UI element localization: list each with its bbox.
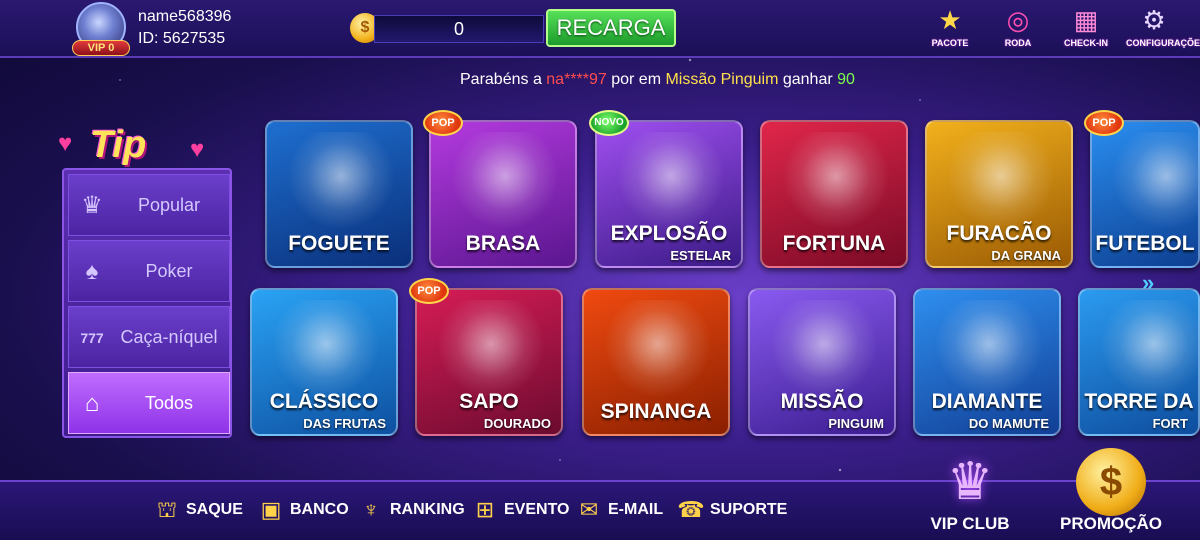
game-artwork (770, 300, 878, 398)
game-title: FOGUETE (288, 232, 390, 255)
heart-icon: ♥ (190, 136, 205, 163)
gift-icon: ⊞ (475, 497, 495, 522)
safe-icon: ▣ (260, 497, 282, 522)
envelope-icon: ✉ (579, 497, 599, 522)
category-slots[interactable]: 777 Caça-níquel (68, 306, 230, 368)
bank-icon: ⛫ (156, 497, 178, 522)
game-subtitle: DO MAMUTE (968, 416, 1049, 431)
game-tile[interactable]: FURACÃO DA GRANA (925, 120, 1073, 268)
tip-logo: ♥ Tip ♥ (58, 124, 205, 166)
game-subtitle: DA GRANA (991, 248, 1061, 263)
vip-level-badge: VIP 0 (72, 40, 130, 56)
bank-button[interactable]: ▣ BANCO (256, 492, 349, 528)
email-button[interactable]: ✉ E-MAIL (574, 492, 663, 528)
game-artwork (1100, 300, 1198, 398)
game-tile[interactable]: TORRE DA FORT (1078, 288, 1200, 436)
recharge-button[interactable]: RECARGA (546, 9, 676, 47)
cards-icon: ♠ (85, 258, 99, 285)
game-tile[interactable]: BRASA (429, 120, 577, 268)
game-artwork (287, 132, 395, 230)
game-tile[interactable]: MISSÃO PINGUIM (748, 288, 896, 436)
game-tile[interactable]: CLÁSSICO DAS FRUTAS (250, 288, 398, 436)
game-subtitle: ESTELAR (670, 248, 731, 263)
game-artwork (604, 300, 712, 398)
game-tile[interactable]: FOGUETE (265, 120, 413, 268)
game-subtitle: PINGUIM (828, 416, 884, 431)
scroll-right-arrow-icon[interactable]: » (1142, 270, 1154, 296)
game-title: BRASA (465, 232, 541, 255)
wheel-button[interactable]: ◎ RODA (990, 4, 1046, 56)
category-popular[interactable]: ♛ Popular (68, 174, 230, 236)
game-title: SPINANGA (600, 400, 712, 423)
category-all[interactable]: ⌂ Todos (68, 372, 230, 434)
game-tile[interactable]: FORTUNA (760, 120, 908, 268)
heart-icon: ♥ (58, 130, 73, 157)
game-artwork (1112, 132, 1198, 230)
game-tile[interactable]: EXPLOSÃO ESTELAR (595, 120, 743, 268)
game-tile[interactable]: SAPO DOURADO (415, 288, 563, 436)
vip-crown-icon: ♛ (946, 453, 994, 511)
username: name568396 (138, 8, 232, 25)
new-badge: NOVO (589, 110, 629, 136)
pop-badge: POP (409, 278, 449, 304)
checkin-button[interactable]: ▦ CHECK-IN (1058, 4, 1114, 56)
game-subtitle: DOURADO (483, 416, 551, 431)
withdraw-button[interactable]: ⛫ SAQUE (152, 492, 243, 528)
game-artwork (782, 132, 890, 230)
balance-display: 0 (374, 15, 544, 43)
user-id: ID: 5627535 (138, 30, 226, 47)
category-poker[interactable]: ♠ Poker (68, 240, 230, 302)
house-lightning-icon: ⌂ (84, 390, 100, 417)
gear-icon: ⚙ (1142, 5, 1166, 35)
game-title: SAPO (459, 390, 519, 413)
star-gift-icon: ★ (938, 5, 962, 35)
game-artwork (437, 300, 545, 398)
ranking-button[interactable]: ♆ RANKING (356, 492, 465, 528)
game-subtitle: FORT (1152, 416, 1188, 431)
pop-badge: POP (1084, 110, 1124, 136)
winner-ticker: Parabéns a na****97 por em Missão Pingui… (460, 71, 855, 88)
game-title: DIAMANTE (931, 390, 1043, 413)
calendar-icon: ▦ (1073, 5, 1099, 35)
vip-club-button[interactable]: ♛ VIP CLUB (905, 448, 1035, 540)
support-button[interactable]: ☎ SUPORTE (676, 492, 787, 528)
money-bag-icon: $ (1076, 448, 1146, 516)
game-artwork (451, 132, 559, 230)
game-artwork (617, 132, 725, 230)
game-tile[interactable]: DIAMANTE DO MAMUTE (913, 288, 1061, 436)
game-title: FUTEBOL (1095, 232, 1195, 255)
game-artwork (935, 300, 1043, 398)
game-title: FORTUNA (782, 232, 886, 255)
pop-badge: POP (423, 110, 463, 136)
game-tile[interactable]: FUTEBOL (1090, 120, 1200, 268)
promotion-button[interactable]: $ PROMOÇÃO (1046, 448, 1176, 540)
crown-icon: ♛ (81, 192, 103, 219)
category-sidebar: ♛ Popular ♠ Poker 777 Caça-níquel ⌂ Todo… (62, 168, 232, 438)
game-artwork (272, 300, 380, 398)
game-tile[interactable]: SPINANGA (582, 288, 730, 436)
game-title: TORRE DA (1084, 390, 1194, 413)
game-title: EXPLOSÃO (610, 222, 728, 245)
game-title: CLÁSSICO (269, 390, 379, 413)
game-artwork (947, 132, 1055, 230)
game-subtitle: DAS FRUTAS (303, 416, 386, 431)
game-title: FURACÃO (946, 222, 1052, 245)
slot-777-icon: 777 (80, 330, 104, 346)
game-title: MISSÃO (780, 390, 864, 413)
support-24h-icon: ☎ (677, 497, 705, 522)
event-button[interactable]: ⊞ EVENTO (470, 492, 570, 528)
settings-button[interactable]: ⚙ CONFIGURAÇÕES (1126, 4, 1200, 56)
wheel-icon: ◎ (1006, 5, 1030, 35)
package-button[interactable]: ★ PACOTE (922, 4, 978, 56)
trophy-icon: ♆ (362, 497, 380, 522)
